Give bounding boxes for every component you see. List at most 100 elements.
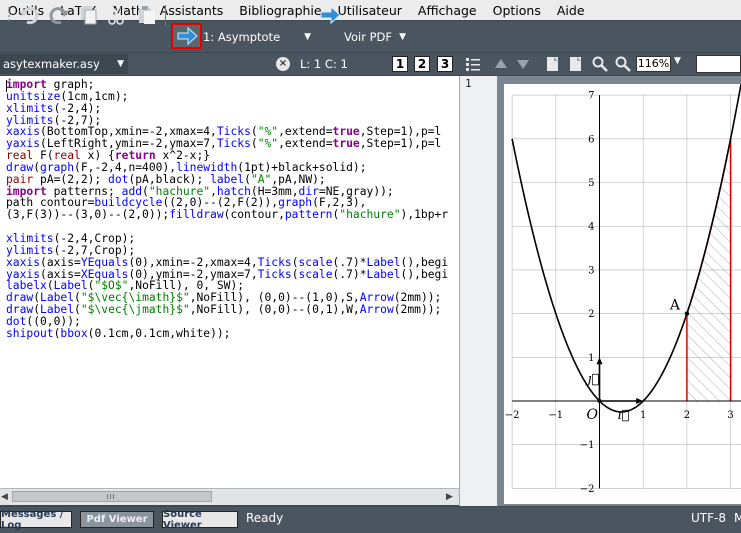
code-token: (),begi — [400, 267, 449, 281]
menu-options[interactable]: Options — [485, 3, 549, 18]
redo-icon[interactable] — [46, 3, 72, 27]
run-arrow-icon — [177, 27, 198, 45]
scrollbar-thumb[interactable] — [12, 491, 212, 502]
code-token: ,Step=1),p=l — [359, 137, 442, 151]
menu-affichage[interactable]: Affichage — [410, 3, 485, 18]
view-arrow-icon — [320, 6, 341, 24]
x-tick-label: 3 — [727, 410, 733, 421]
status-encoding[interactable]: UTF-8 — [691, 511, 726, 525]
menu-bibliographie[interactable]: Bibliographie — [231, 3, 329, 18]
code-token: true — [332, 137, 360, 151]
unit-vector-i-label: ı⃗ — [617, 408, 629, 423]
line-number: 1 — [465, 77, 472, 90]
menu-aide[interactable]: Aide — [549, 3, 593, 18]
fit-page-icon[interactable] — [543, 54, 563, 74]
code-editor[interactable]: import graph; unitsize(1cm,1cm); xlimits(-… — [0, 76, 459, 488]
view-command-combo[interactable]: Voir PDF ▼ — [344, 26, 406, 48]
function-plot: −2 −1 1 2 3 7 6 5 4 3 2 1 −1 −2 O Aı⃗ ȷ⃗ — [505, 79, 741, 495]
x-tick-label: −2 — [505, 410, 520, 421]
editor-horizontal-scrollbar[interactable]: ◀ ▶ — [0, 488, 459, 505]
run-command-combo[interactable]: 1: Asymptote ▼ — [203, 26, 311, 48]
chevron-down-icon[interactable]: ▼ — [674, 56, 681, 66]
point-a-label: A — [669, 298, 681, 314]
x-tick-label: 2 — [684, 410, 690, 421]
cut-icon[interactable] — [104, 3, 128, 27]
code-line[interactable]: shipout(bbox(0.1cm,0.1cm,white)); — [6, 326, 459, 340]
viewer-search-input[interactable] — [696, 55, 741, 73]
y-tick-label: 3 — [588, 265, 594, 276]
messages-log-tab[interactable]: Messages / Log — [0, 509, 72, 531]
code-token: "%" — [257, 137, 279, 151]
menu-assistants[interactable]: Assistants — [152, 3, 231, 18]
pdf-viewer[interactable]: −2 −1 1 2 3 7 6 5 4 3 2 1 −1 −2 O Aı⃗ ȷ⃗ — [497, 76, 741, 506]
code-token: pattern — [284, 208, 333, 222]
bookmark-1-button[interactable]: 1 — [392, 56, 408, 72]
point-a-dot — [684, 311, 690, 316]
x-tick-label: −1 — [548, 410, 563, 421]
line-number-gutter: 1 — [459, 76, 497, 506]
page-up-icon[interactable] — [492, 54, 510, 74]
pdf-page: −2 −1 1 2 3 7 6 5 4 3 2 1 −1 −2 O Aı⃗ ȷ⃗ — [504, 79, 741, 504]
y-tick-label: 6 — [588, 134, 594, 145]
cursor-position: L: 1 C: 1 — [300, 57, 348, 71]
chevron-down-icon: ▼ — [399, 32, 406, 42]
y-tick-label: 2 — [588, 309, 594, 320]
code-token: (contour, — [223, 208, 285, 222]
close-file-icon[interactable]: × — [276, 57, 290, 71]
scroll-left-icon[interactable]: ◀ — [1, 492, 8, 502]
chevron-down-icon: ▼ — [117, 59, 124, 69]
file-selector[interactable]: asytexmaker.asy ▼ — [0, 54, 128, 74]
bookmark-3-button[interactable]: 3 — [437, 56, 453, 72]
unit-vector-j-arrow — [596, 357, 603, 365]
undo-icon[interactable] — [16, 3, 42, 27]
code-token: filldraw — [169, 208, 224, 222]
y-tick-label: 5 — [588, 178, 594, 189]
code-token: bbox — [60, 326, 88, 340]
code-token: Arrow — [359, 303, 394, 317]
code-token: (.7)* — [332, 267, 367, 281]
run-button[interactable] — [171, 23, 202, 49]
code-token: shipout — [6, 326, 54, 340]
paste-icon[interactable] — [134, 3, 160, 27]
code-line[interactable]: (3,F(3))--(3,0)--(2,0));filldraw(contour… — [6, 209, 459, 221]
code-token: scale — [298, 267, 333, 281]
code-token: Ticks — [216, 137, 251, 151]
zoom-level-field[interactable]: 116% — [636, 56, 671, 72]
view-button[interactable] — [318, 3, 342, 27]
zoom-in-icon[interactable] — [590, 54, 610, 74]
code-token: "hachure" — [339, 208, 401, 222]
code-token: ( — [291, 267, 299, 281]
code-token: ( — [250, 137, 258, 151]
source-viewer-tab[interactable]: Source Viewer — [162, 509, 238, 531]
toolbar-grip-icon — [4, 3, 14, 27]
status-ready: Ready — [246, 511, 284, 525]
code-token: Label — [366, 267, 401, 281]
run-command-value: 1: Asymptote — [203, 30, 281, 44]
code-token: (2mm)); — [393, 303, 442, 317]
y-tick-label: 7 — [588, 91, 594, 102]
x-tick-label: 1 — [640, 410, 646, 421]
code-token: ),1bp+r — [400, 208, 449, 222]
code-token: (0.1cm,0.1cm,white)); — [87, 326, 231, 340]
page-down-icon[interactable] — [514, 54, 532, 74]
code-token: "$\vec{\jmath}$" — [80, 303, 190, 317]
code-token: ,NoFill), (0,0)--(0,1),W, — [189, 303, 360, 317]
fit-width-icon[interactable] — [566, 54, 586, 74]
bookmark-2-button[interactable]: 2 — [414, 56, 430, 72]
origin-label: O — [587, 407, 599, 423]
zoom-out-icon[interactable] — [613, 54, 633, 74]
code-token: Ticks — [257, 267, 292, 281]
y-tick-label: −2 — [580, 484, 595, 495]
structure-list-icon[interactable] — [462, 54, 484, 74]
pdf-viewer-tab[interactable]: Pdf Viewer — [80, 511, 154, 528]
view-command-value: Voir PDF — [344, 30, 392, 44]
status-mode: M — [734, 511, 741, 525]
y-tick-label: −1 — [580, 440, 595, 451]
y-tick-label: 1 — [588, 353, 594, 364]
scroll-right-icon[interactable]: ▶ — [446, 492, 453, 502]
origin-dot — [597, 399, 602, 403]
y-tick-label: 4 — [588, 222, 594, 233]
unit-vector-j-label: ȷ⃗ — [585, 372, 600, 387]
file-name: asytexmaker.asy — [3, 57, 100, 71]
copy-icon[interactable] — [76, 3, 100, 27]
